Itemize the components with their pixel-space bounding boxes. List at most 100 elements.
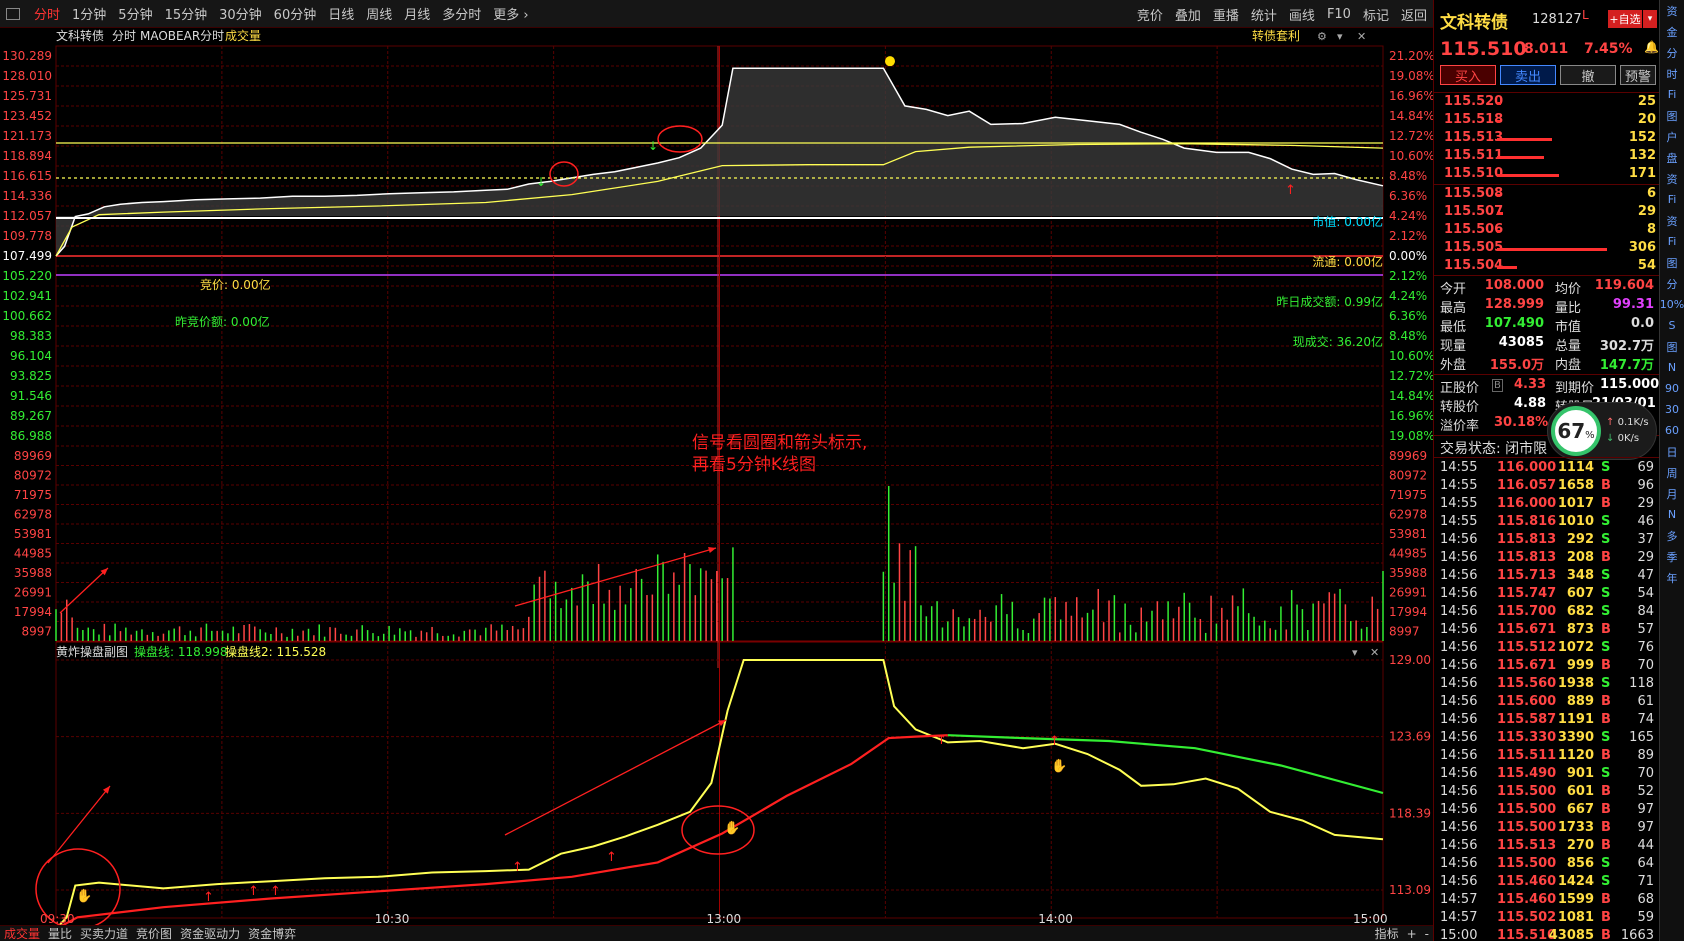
- favorite-dropdown-icon[interactable]: ▾: [1643, 10, 1657, 28]
- ask-row[interactable]: 115.511 132: [1434, 148, 1660, 166]
- strip-item[interactable]: 资: [1660, 168, 1684, 189]
- window-icon[interactable]: [6, 7, 20, 20]
- period-tab-9[interactable]: 多分时: [436, 4, 487, 23]
- trade-button-1[interactable]: 卖出: [1500, 65, 1556, 85]
- trade-volume: 270: [1566, 838, 1594, 853]
- period-tab-2[interactable]: 5分钟: [112, 4, 158, 23]
- add-favorite-button[interactable]: +自选: [1608, 10, 1642, 28]
- stock-link-icon[interactable]: B: [1492, 379, 1503, 392]
- indicator-tab-5[interactable]: 资金博弈: [244, 925, 300, 941]
- trade-time: 14:56: [1440, 874, 1478, 889]
- strip-item[interactable]: 周: [1660, 462, 1684, 483]
- tool-6[interactable]: 标记: [1357, 5, 1395, 24]
- bid-row[interactable]: 115.506 8: [1434, 222, 1660, 240]
- strip-item[interactable]: 90: [1660, 378, 1684, 399]
- strip-item[interactable]: 季: [1660, 546, 1684, 567]
- strip-item[interactable]: Fi: [1660, 84, 1684, 105]
- strip-item[interactable]: 60: [1660, 420, 1684, 441]
- period-tab-3[interactable]: 15分钟: [159, 4, 214, 23]
- period-tab-7[interactable]: 周线: [360, 4, 398, 23]
- trade-status: 交易状态: 闭市限: [1440, 441, 1548, 457]
- strip-item[interactable]: 图: [1660, 336, 1684, 357]
- trade-button-2[interactable]: 撤: [1560, 65, 1616, 85]
- bid-row[interactable]: 115.505 306: [1434, 240, 1660, 258]
- period-tabs: 分时 1分钟 5分钟 15分钟 30分钟 60分钟 日线 周线 月线 多分时 更多 ›: [28, 4, 535, 23]
- strip-item[interactable]: N: [1660, 357, 1684, 378]
- strip-item[interactable]: 图: [1660, 252, 1684, 273]
- strip-item[interactable]: 月: [1660, 483, 1684, 504]
- bid-row[interactable]: 115.504 54: [1434, 258, 1660, 276]
- indicator-tab-4[interactable]: 资金驱动力: [176, 925, 244, 941]
- indicator-tab-2[interactable]: 买卖力道: [76, 925, 132, 941]
- chart-indicator[interactable]: MAOBEAR分时: [140, 29, 224, 43]
- strip-item[interactable]: 图: [1660, 105, 1684, 126]
- tool-2[interactable]: 重播: [1207, 5, 1245, 24]
- strip-item[interactable]: Fi: [1660, 189, 1684, 210]
- strip-item[interactable]: 10%: [1660, 294, 1684, 315]
- period-tab-8[interactable]: 月线: [398, 4, 436, 23]
- strip-item[interactable]: 年: [1660, 567, 1684, 588]
- tool-3[interactable]: 统计: [1245, 5, 1283, 24]
- strip-item[interactable]: S: [1660, 315, 1684, 336]
- period-tab-1[interactable]: 1分钟: [66, 4, 112, 23]
- indicator-tab-1[interactable]: 量比: [44, 925, 76, 941]
- chart-volume-label[interactable]: 成交量: [225, 28, 261, 43]
- trade-button-3[interactable]: 预警: [1620, 65, 1656, 85]
- strip-item[interactable]: 多: [1660, 525, 1684, 546]
- period-tab-10[interactable]: 更多 ›: [487, 4, 534, 23]
- trade-row: 14:55 116.057 1658 B 96: [1434, 478, 1660, 496]
- strip-item[interactable]: 分: [1660, 42, 1684, 63]
- indicator-tab-3[interactable]: 竞价图: [132, 925, 176, 941]
- trade-row: 14:55 115.816 1010 S 46: [1434, 514, 1660, 532]
- arbitrage-label[interactable]: 转债套利: [1252, 28, 1300, 43]
- trade-count: 165: [1629, 730, 1654, 745]
- price-tick: 105.220: [2, 269, 52, 283]
- bid-row[interactable]: 115.508 6: [1434, 186, 1660, 204]
- ask-row[interactable]: 115.513 152: [1434, 130, 1660, 148]
- bid-row[interactable]: 115.507 29: [1434, 204, 1660, 222]
- intraday-chart[interactable]: 文科转债 分时 MAOBEAR分时 成交量 转债套利 ⚙ ▾ ✕130.289128.0101…: [0, 28, 1433, 925]
- bell-icon[interactable]: 🔔: [1644, 40, 1659, 54]
- indicator-tab-0[interactable]: 成交量: [0, 925, 44, 941]
- linked-l-icon[interactable]: L: [1582, 8, 1589, 22]
- trade-count: 1663: [1620, 928, 1654, 941]
- tool-1[interactable]: 叠加: [1169, 5, 1207, 24]
- period-tab-5[interactable]: 60分钟: [268, 4, 323, 23]
- price-tick: 93.825: [10, 369, 52, 383]
- strip-item[interactable]: 资: [1660, 0, 1684, 21]
- add-indicator-icon[interactable]: +: [1403, 927, 1421, 941]
- sub-chart: 黄炸操盘副图 操盘线: 118.998操盘线2: 115.528 ▾ ✕ 129.00 1…: [35, 644, 1431, 925]
- strip-item[interactable]: N: [1660, 504, 1684, 525]
- minus-indicator-icon[interactable]: -: [1421, 927, 1433, 941]
- tool-0[interactable]: 竞价: [1131, 5, 1169, 24]
- strip-item[interactable]: 时: [1660, 63, 1684, 84]
- strip-item[interactable]: 盘: [1660, 147, 1684, 168]
- strip-item[interactable]: Fi: [1660, 231, 1684, 252]
- sub-dropdown-icon[interactable]: ▾: [1352, 646, 1358, 659]
- trade-button-0[interactable]: 买入: [1440, 65, 1496, 85]
- tool-7[interactable]: 返回: [1395, 5, 1433, 24]
- ask-row[interactable]: 115.520 25: [1434, 94, 1660, 112]
- ask-row[interactable]: 115.518 20: [1434, 112, 1660, 130]
- strip-item[interactable]: 日: [1660, 441, 1684, 462]
- trade-side: B: [1601, 820, 1611, 835]
- period-tab-0[interactable]: 分时: [28, 4, 66, 23]
- close-icon[interactable]: ✕: [1357, 30, 1366, 43]
- dropdown-icon[interactable]: ▾: [1337, 30, 1343, 43]
- download-arrow-icon: ↓: [1606, 433, 1615, 444]
- period-tab-6[interactable]: 日线: [322, 4, 360, 23]
- ask-row[interactable]: 115.510 171: [1434, 166, 1660, 184]
- indicator-button[interactable]: 指标: [1371, 925, 1403, 941]
- strip-item[interactable]: 金: [1660, 21, 1684, 42]
- speed-widget[interactable]: 67% ↑ 0.1K/s ↓ 0K/s: [1547, 402, 1657, 460]
- strip-item[interactable]: 户: [1660, 126, 1684, 147]
- strip-item[interactable]: 分: [1660, 273, 1684, 294]
- sub-close-icon[interactable]: ✕: [1370, 646, 1379, 659]
- strip-item[interactable]: 30: [1660, 399, 1684, 420]
- tool-5[interactable]: F10: [1321, 7, 1357, 22]
- tool-4[interactable]: 画线: [1283, 5, 1321, 24]
- settings-icon[interactable]: ⚙: [1317, 30, 1327, 43]
- strip-item[interactable]: 资: [1660, 210, 1684, 231]
- period-tab-4[interactable]: 30分钟: [213, 4, 268, 23]
- trade-count: 76: [1637, 640, 1654, 655]
